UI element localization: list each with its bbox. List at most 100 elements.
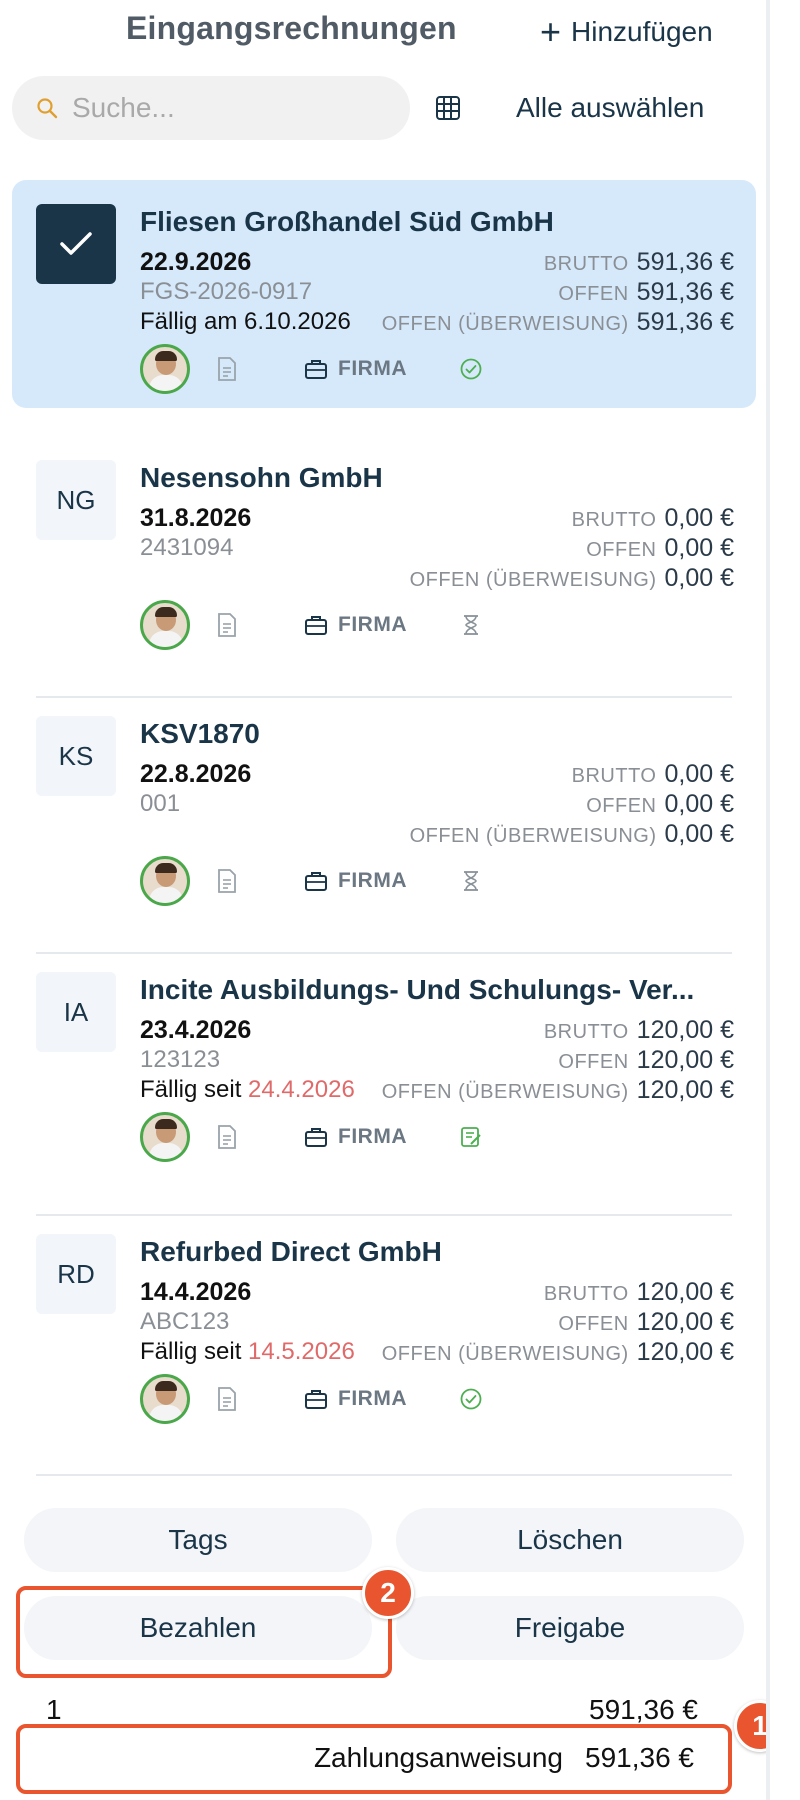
amounts-block: BRUTTO 0,00 € OFFEN 0,00 € OFFEN (ÜBERWEIS…: [410, 760, 734, 850]
invoice-meta: FIRMA: [140, 1374, 483, 1424]
offen-ueberweisung-label: OFFEN (ÜBERWEISUNG): [381, 1081, 629, 1103]
due-info: Fällig seit 24.4.2026: [140, 1076, 355, 1104]
invoice-date: 23.4.2026: [140, 1016, 252, 1044]
add-invoice-button[interactable]: + Hinzufügen: [540, 12, 713, 52]
invoice-card[interactable]: RD Refurbed Direct GmbH 14.4.2026 ABC123…: [12, 1210, 756, 1438]
due-info: Fällig seit 14.5.2026: [140, 1338, 355, 1366]
invoice-card[interactable]: Fliesen Großhandel Süd GmbH 22.9.2026 FG…: [12, 180, 756, 408]
briefcase-icon: [305, 616, 327, 635]
invoice-reference: 001: [140, 790, 181, 817]
user-avatar: [140, 600, 190, 650]
invoice-meta: FIRMA: [140, 856, 483, 906]
brutto-label: BRUTTO: [543, 253, 629, 275]
brutto-value: 0,00 €: [664, 760, 734, 788]
select-all-button[interactable]: Alle auswählen: [516, 92, 704, 124]
search-icon: [37, 98, 58, 119]
category-tag: FIRMA: [338, 869, 407, 892]
selected-total: 591,36 €: [589, 1694, 698, 1725]
offen-label: OFFEN: [558, 1313, 629, 1335]
due-date: 14.5.2026: [248, 1338, 355, 1365]
invoice-reference: ABC123: [140, 1308, 230, 1335]
add-invoice-label: Hinzufügen: [571, 16, 713, 47]
highlight-pay-button: [16, 1586, 392, 1678]
document-icon[interactable]: [216, 612, 238, 638]
document-icon[interactable]: [216, 1386, 238, 1412]
invoice-panel: Eingangsrechnungen + Hinzufügen Alle aus…: [0, 0, 786, 1800]
invoice-date: 14.4.2026: [140, 1278, 252, 1306]
invoice-reference: 123123: [140, 1046, 221, 1073]
amounts-block: BRUTTO 120,00 € OFFEN 120,00 € OFFEN (ÜBER…: [382, 1016, 734, 1106]
invoice-date: 31.8.2026: [140, 504, 252, 532]
invoice-meta: FIRMA: [140, 344, 483, 394]
offen-label: OFFEN: [586, 795, 657, 817]
document-icon[interactable]: [216, 1124, 238, 1150]
brutto-label: BRUTTO: [543, 1021, 629, 1043]
user-avatar: [140, 856, 190, 906]
check-circle-icon: [460, 358, 482, 380]
offen-label: OFFEN: [586, 539, 657, 561]
offen-ueberweisung-value: 120,00 €: [636, 1338, 734, 1366]
supplier-initials[interactable]: IA: [36, 972, 116, 1052]
offen-ueberweisung-label: OFFEN (ÜBERWEISUNG): [381, 1343, 629, 1365]
page-title: Eingangsrechnungen: [126, 10, 457, 46]
checkmark-icon: [60, 232, 92, 255]
document-icon[interactable]: [216, 868, 238, 894]
invoice-reference: 2431094: [140, 534, 234, 561]
approve-button[interactable]: Freigabe: [396, 1596, 744, 1660]
invoice-card[interactable]: IA Incite Ausbildungs- Und Schulungs- Ve…: [12, 948, 756, 1176]
supplier-initials[interactable]: KS: [36, 716, 116, 796]
tags-button[interactable]: Tags: [24, 1508, 372, 1572]
brutto-label: BRUTTO: [571, 765, 657, 787]
amounts-block: BRUTTO 591,36 € OFFEN 591,36 € OFFEN (ÜBER…: [382, 248, 734, 338]
category-tag: FIRMA: [338, 357, 407, 380]
briefcase-icon: [305, 872, 327, 891]
invoice-card[interactable]: KS KSV1870 22.8.2026 001 BRUTTO 0,00 € OF…: [12, 692, 756, 920]
plus-icon: +: [540, 11, 562, 52]
document-icon[interactable]: [216, 356, 238, 382]
search-input[interactable]: [72, 92, 392, 124]
briefcase-icon: [305, 360, 327, 379]
brutto-value: 120,00 €: [636, 1278, 734, 1306]
due-prefix: Fällig am: [140, 308, 238, 335]
step-badge-2: 2: [362, 1567, 414, 1619]
due-info: Fällig am 6.10.2026: [140, 308, 351, 336]
highlight-payment-order: [16, 1724, 732, 1794]
supplier-name: Fliesen Großhandel Süd GmbH: [140, 206, 554, 237]
briefcase-icon: [305, 1128, 327, 1147]
briefcase-icon: [305, 1390, 327, 1409]
approval-note-icon: [461, 1127, 481, 1147]
amounts-block: BRUTTO 120,00 € OFFEN 120,00 € OFFEN (ÜBER…: [382, 1278, 734, 1368]
invoice-card[interactable]: NG Nesensohn GmbH 31.8.2026 2431094 BRUT…: [12, 436, 756, 664]
due-prefix: Fällig seit: [140, 1076, 242, 1103]
invoice-date: 22.8.2026: [140, 760, 252, 788]
offen-value: 0,00 €: [664, 534, 734, 562]
delete-button[interactable]: Löschen: [396, 1508, 744, 1572]
user-avatar: [140, 344, 190, 394]
category-tag: FIRMA: [338, 613, 407, 636]
brutto-value: 591,36 €: [636, 248, 734, 276]
offen-ueberweisung-value: 0,00 €: [664, 820, 734, 848]
hourglass-icon: [464, 615, 478, 635]
check-circle-icon: [460, 1388, 482, 1410]
offen-value: 0,00 €: [664, 790, 734, 818]
offen-value: 591,36 €: [636, 278, 734, 306]
offen-label: OFFEN: [558, 283, 629, 305]
invoice-reference: FGS-2026-0917: [140, 278, 313, 305]
adjacent-panel-edge: [770, 0, 800, 1800]
user-avatar: [140, 1374, 190, 1424]
invoice-date: 22.9.2026: [140, 248, 252, 276]
offen-ueberweisung-label: OFFEN (ÜBERWEISUNG): [381, 313, 629, 335]
supplier-name: KSV1870: [140, 718, 260, 749]
category-tag: FIRMA: [338, 1387, 407, 1410]
supplier-initials[interactable]: NG: [36, 460, 116, 540]
due-date: 24.4.2026: [248, 1076, 355, 1103]
offen-ueberweisung-label: OFFEN (ÜBERWEISUNG): [409, 825, 657, 847]
hourglass-icon: [464, 871, 478, 891]
supplier-initials[interactable]: RD: [36, 1234, 116, 1314]
table-grid-icon[interactable]: [434, 94, 462, 122]
brutto-label: BRUTTO: [543, 1283, 629, 1305]
invoice-meta: FIRMA: [140, 1112, 483, 1162]
selection-checkbox[interactable]: [36, 204, 116, 284]
offen-ueberweisung-value: 120,00 €: [636, 1076, 734, 1104]
brutto-value: 0,00 €: [664, 504, 734, 532]
